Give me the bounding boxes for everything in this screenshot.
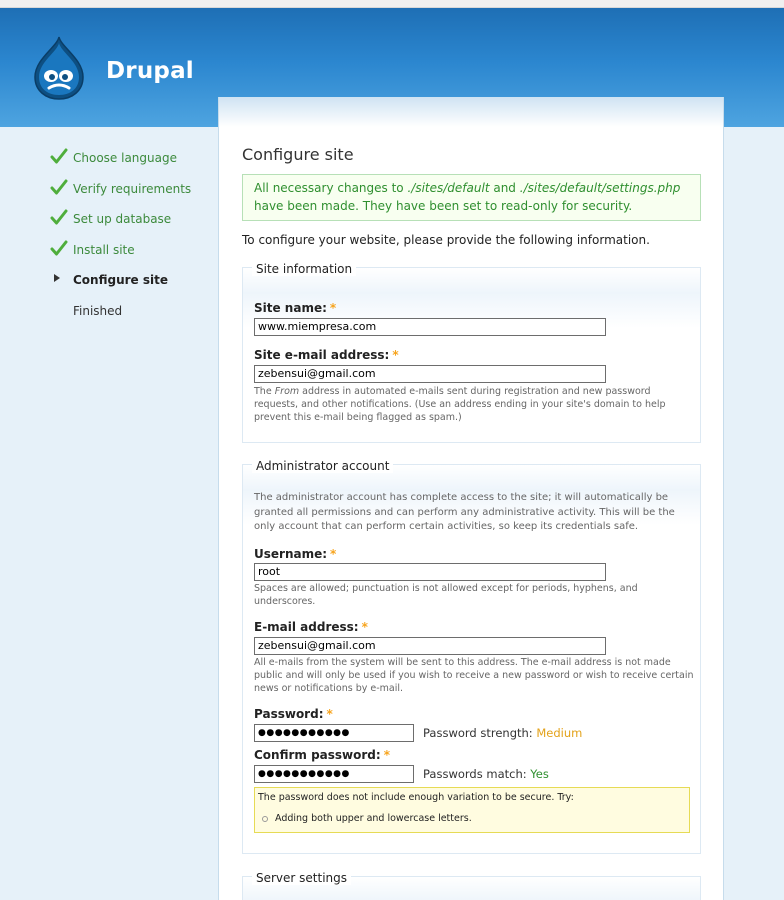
content-top-gradient bbox=[219, 97, 723, 127]
site-name-label: Site name: * bbox=[254, 301, 337, 315]
admin-email-input[interactable]: zebensui@gmail.com bbox=[254, 637, 606, 655]
task-item-choose-language: Choose language bbox=[50, 148, 210, 181]
install-task-list: Choose language Verify requirements Set up… bbox=[50, 148, 210, 334]
site-information-fieldset: Site information Site name: * www.miempre… bbox=[242, 262, 701, 443]
password-hint-text: The password does not include enough var… bbox=[258, 792, 574, 803]
browser-top-strip bbox=[0, 0, 784, 8]
required-marker: * bbox=[329, 301, 337, 315]
admin-email-description: All e-mails from the system will be sent… bbox=[254, 657, 694, 694]
password-match-value: Yes bbox=[530, 767, 549, 781]
username-description: Spaces are allowed; punctuation is not a… bbox=[254, 583, 638, 607]
bullet-icon bbox=[262, 815, 268, 822]
task-label: Choose language bbox=[73, 151, 177, 165]
password-strength: Password strength: Medium bbox=[423, 726, 582, 740]
checkmark-icon bbox=[50, 240, 68, 258]
task-item-configure-site: Configure site bbox=[50, 272, 210, 303]
password-match-label: Passwords match: bbox=[423, 767, 527, 781]
checkmark-icon bbox=[50, 209, 68, 227]
task-item-finished: Finished bbox=[50, 303, 210, 334]
required-marker: * bbox=[326, 707, 333, 721]
password-strength-value: Medium bbox=[536, 726, 583, 740]
task-label: Install site bbox=[73, 242, 135, 257]
site-email-input[interactable]: zebensui@gmail.com bbox=[254, 365, 606, 383]
password-suggestion-item: Adding both upper and lowercase letters. bbox=[258, 813, 686, 824]
required-marker: * bbox=[383, 748, 390, 762]
task-label: Configure site bbox=[73, 273, 168, 287]
required-marker: * bbox=[392, 348, 399, 362]
password-input[interactable]: ●●●●●●●●●●● bbox=[254, 724, 414, 742]
drupal-drop-logo-icon bbox=[31, 35, 87, 101]
status-message: All necessary changes to ./sites/default… bbox=[242, 174, 701, 221]
status-path-default: ./sites/default bbox=[407, 181, 490, 195]
administrator-account-fieldset: Administrator account The administrator … bbox=[242, 459, 701, 854]
status-path-settings: ./sites/default/settings.php bbox=[519, 181, 681, 195]
username-label: Username: * bbox=[254, 547, 337, 561]
password-label: Password: * bbox=[254, 707, 333, 721]
site-name[interactable]: Drupal bbox=[106, 58, 194, 84]
username-input[interactable]: root bbox=[254, 563, 606, 581]
status-text-2: have been made. They have been set to re… bbox=[254, 199, 633, 213]
password-suggestion-text: Adding both upper and lowercase letters. bbox=[275, 813, 472, 824]
confirm-password-input[interactable]: ●●●●●●●●●●● bbox=[254, 765, 414, 783]
main-content: Configure site All necessary changes to … bbox=[218, 97, 724, 900]
site-information-legend: Site information bbox=[252, 262, 357, 276]
password-suggestions-box: The password does not include enough var… bbox=[254, 787, 690, 833]
site-name-input[interactable]: www.miempresa.com bbox=[254, 318, 606, 336]
administrator-account-legend: Administrator account bbox=[252, 459, 394, 473]
site-email-label: Site e-mail address: * bbox=[254, 348, 399, 362]
task-label: Set up database bbox=[73, 212, 172, 226]
current-step-arrow-icon bbox=[54, 274, 60, 282]
intro-text: To configure your website, please provid… bbox=[242, 233, 650, 247]
required-marker: * bbox=[330, 547, 337, 561]
admin-intro-text: The administrator account has complete a… bbox=[254, 492, 675, 532]
password-match: Passwords match: Yes bbox=[423, 767, 549, 781]
task-item-verify-requirements: Verify requirements bbox=[50, 179, 210, 212]
server-settings-fieldset: Server settings bbox=[242, 871, 701, 900]
task-label: Finished bbox=[73, 303, 123, 318]
confirm-password-label: Confirm password: * bbox=[254, 748, 390, 762]
admin-email-label: E-mail address: * bbox=[254, 620, 368, 634]
required-marker: * bbox=[361, 620, 368, 634]
checkmark-icon bbox=[50, 148, 68, 166]
site-email-description: The From address in automated e-mails se… bbox=[254, 386, 666, 423]
status-text-and: and bbox=[489, 181, 520, 195]
task-label: Verify requirements bbox=[73, 181, 192, 196]
page-title: Configure site bbox=[242, 145, 354, 164]
task-item-set-up-database: Set up database bbox=[50, 209, 210, 242]
server-settings-legend: Server settings bbox=[252, 871, 352, 885]
password-strength-label: Password strength: bbox=[423, 726, 533, 740]
task-item-install-site: Install site bbox=[50, 240, 210, 273]
status-text-1: All necessary changes to bbox=[254, 181, 408, 195]
checkmark-icon bbox=[50, 179, 68, 197]
